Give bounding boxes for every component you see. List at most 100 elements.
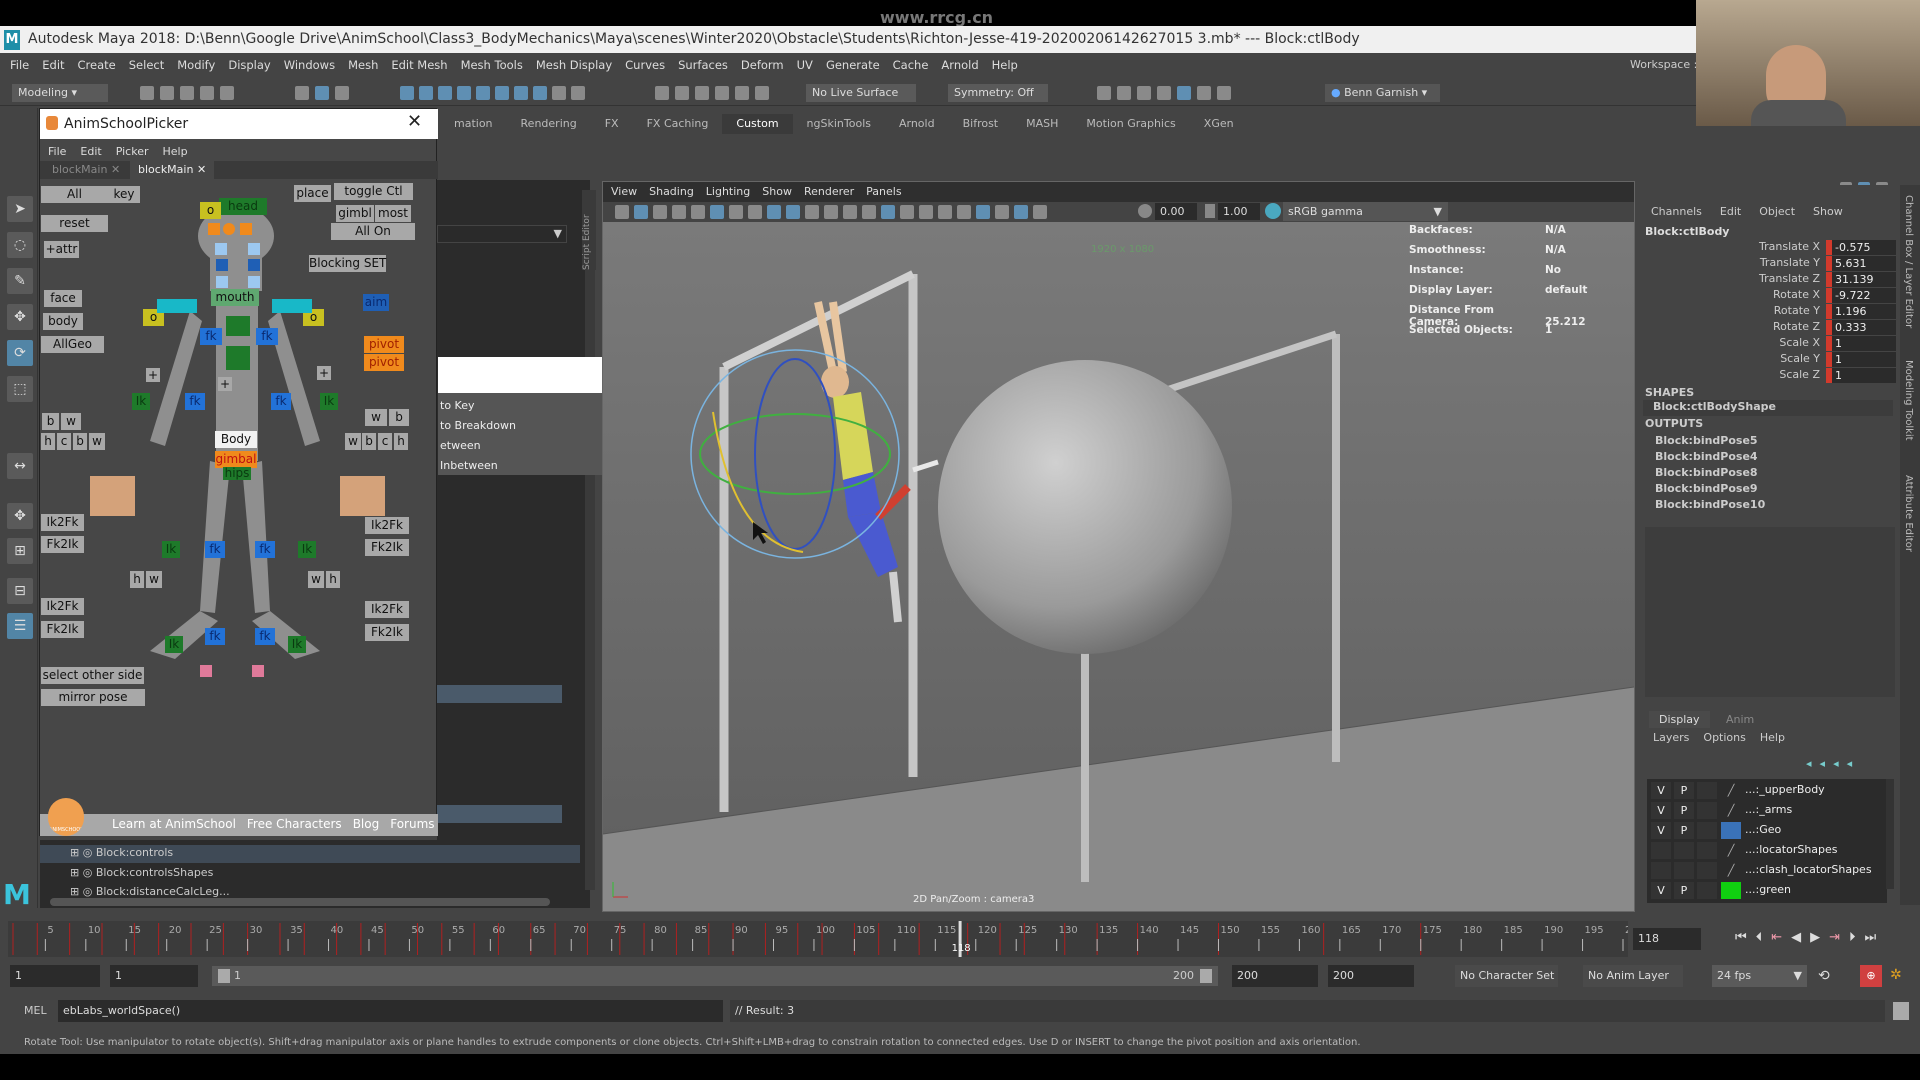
- snap-grid-icon[interactable]: [655, 86, 669, 100]
- picker-gimbl-button[interactable]: gimbl: [336, 205, 374, 222]
- color-management-toggle-icon[interactable]: [1265, 203, 1281, 219]
- menu-cache[interactable]: Cache: [893, 53, 929, 77]
- viewport-menu-shading[interactable]: Shading: [649, 185, 694, 198]
- output-node[interactable]: Block:bindPose8: [1655, 465, 1765, 481]
- channel-box-layer-editor-tab[interactable]: Channel Box / Layer Editor: [1903, 195, 1914, 328]
- menu-edit[interactable]: Edit: [42, 53, 64, 77]
- character-set-dropdown[interactable]: No Character Set: [1455, 965, 1558, 987]
- picker-pivot-button[interactable]: pivot: [364, 336, 404, 353]
- safe-title-icon[interactable]: [843, 205, 857, 219]
- channel-scale-x[interactable]: Scale X1: [1641, 336, 1898, 352]
- bookmark-icon[interactable]: [653, 205, 667, 219]
- picker-ik-control[interactable]: Ik: [320, 393, 338, 410]
- layer-display-type[interactable]: [1697, 782, 1717, 799]
- picker-face-button[interactable]: face: [44, 290, 82, 307]
- go-to-end-icon[interactable]: ⏭: [1865, 930, 1877, 945]
- viewport-menu-panels[interactable]: Panels: [866, 185, 901, 198]
- layer-scrollbar[interactable]: [1886, 779, 1894, 889]
- picker-c-button[interactable]: c: [57, 433, 71, 450]
- viewport-panel[interactable]: View Shading Lighting Show Renderer Panels 0.…: [602, 181, 1635, 912]
- resolution-gate-icon[interactable]: [767, 205, 781, 219]
- move-tool-icon[interactable]: ✥: [7, 304, 33, 330]
- outliner-layout-icon[interactable]: ☰: [7, 613, 33, 639]
- picker-b-button[interactable]: b: [42, 413, 59, 430]
- shelf-tab-motion-graphics[interactable]: Motion Graphics: [1072, 114, 1189, 134]
- options-menu[interactable]: Options: [1703, 731, 1745, 744]
- picker-c-button[interactable]: c: [378, 433, 392, 450]
- go-to-start-icon[interactable]: ⏮: [1735, 930, 1747, 945]
- layer-color-swatch[interactable]: ╱: [1721, 782, 1741, 799]
- select-hierarchy-icon[interactable]: [295, 86, 309, 100]
- mask-joints-icon[interactable]: [419, 86, 433, 100]
- snap-point-icon[interactable]: [695, 86, 709, 100]
- picker-chest-control[interactable]: [226, 316, 250, 336]
- viewport-menu-lighting[interactable]: Lighting: [706, 185, 750, 198]
- current-frame-field[interactable]: 118: [1633, 928, 1701, 950]
- render-setup-icon[interactable]: [1197, 86, 1211, 100]
- picker-fk-control[interactable]: fk: [255, 541, 275, 558]
- edit-menu[interactable]: Edit: [1720, 205, 1741, 218]
- gamma-icon[interactable]: [1205, 204, 1215, 218]
- step-back-icon[interactable]: ⏴: [1756, 930, 1763, 945]
- ipr-icon[interactable]: [1137, 86, 1151, 100]
- colorspace-dropdown[interactable]: sRGB gamma ▼: [1283, 202, 1448, 221]
- output-node[interactable]: Block:bindPose10: [1655, 497, 1765, 513]
- next-key-icon[interactable]: ⇥: [1829, 930, 1840, 945]
- picker-all-button[interactable]: All: [41, 186, 108, 203]
- mode-dropdown[interactable]: Modeling ▾: [12, 84, 108, 102]
- mask-deform-icon[interactable]: [476, 86, 490, 100]
- show-menu[interactable]: Show: [1813, 205, 1843, 218]
- picker-fk-control[interactable]: fk: [205, 541, 225, 558]
- picker-toe-control[interactable]: [252, 665, 264, 677]
- layer-visibility-toggle[interactable]: V: [1651, 782, 1671, 799]
- image-plane-icon[interactable]: [672, 205, 686, 219]
- forums-link[interactable]: Forums: [390, 817, 434, 831]
- picker-ik2fk-button[interactable]: Ik2Fk: [365, 517, 409, 534]
- snap-surface-icon[interactable]: [735, 86, 749, 100]
- picker-clavicle-right[interactable]: [272, 299, 312, 313]
- time-slider[interactable]: 5 10 15 20 25 30 35 40 45 50 55 60 65 70 75 80 85 90 95 100…: [8, 921, 1644, 957]
- smooth-shade-icon[interactable]: [881, 205, 895, 219]
- picker-body-control[interactable]: Body: [215, 431, 257, 448]
- layer-tab-display[interactable]: Display: [1649, 711, 1710, 728]
- picker-blocking-set-button[interactable]: Blocking SET: [309, 255, 386, 272]
- layer-visibility-toggle[interactable]: [1651, 862, 1671, 879]
- viewport-menu-view[interactable]: View: [611, 185, 637, 198]
- auto-key-icon[interactable]: ⊕: [1860, 965, 1882, 987]
- lock-icon[interactable]: [552, 86, 566, 100]
- menu-windows[interactable]: Windows: [284, 53, 335, 77]
- output-node[interactable]: Block:bindPose5: [1655, 433, 1765, 449]
- isolate-select-icon[interactable]: [976, 205, 990, 219]
- range-start-handle[interactable]: [218, 969, 230, 983]
- layer-row[interactable]: V P ╱ ...:_upperBody: [1649, 781, 1882, 800]
- picker-fk2ik-button[interactable]: Fk2Ik: [41, 536, 84, 553]
- picker-h-button[interactable]: h: [130, 571, 144, 588]
- channels-menu[interactable]: Channels: [1651, 205, 1702, 218]
- move-layer-down-icon[interactable]: ◂: [1820, 757, 1826, 770]
- viewport-menu-renderer[interactable]: Renderer: [804, 185, 854, 198]
- picker-aim-control[interactable]: aim: [363, 294, 389, 311]
- popup-item-to-breakdown[interactable]: to Breakdown: [440, 419, 516, 432]
- picker-fk2ik-button[interactable]: Fk2Ik: [365, 539, 409, 556]
- picker-pivot-button[interactable]: pivot: [364, 354, 404, 371]
- layer-playback-toggle[interactable]: P: [1674, 822, 1694, 839]
- single-perspective-layout-icon[interactable]: ✥: [7, 503, 33, 529]
- layer-color-swatch[interactable]: [1721, 882, 1741, 899]
- open-scene-icon[interactable]: [160, 86, 174, 100]
- fps-dropdown[interactable]: 24 fps ▼: [1712, 965, 1807, 987]
- picker-reset-button[interactable]: reset: [41, 215, 108, 232]
- new-scene-icon[interactable]: [140, 86, 154, 100]
- modeling-toolkit-tab[interactable]: Modeling Toolkit: [1903, 360, 1914, 441]
- lasso-tool-icon[interactable]: ◌: [7, 232, 33, 258]
- picker-w-button[interactable]: w: [308, 571, 324, 588]
- film-gate-icon[interactable]: [748, 205, 762, 219]
- shelf-tab-arnold[interactable]: Arnold: [885, 114, 949, 134]
- picker-fk-control[interactable]: fk: [256, 328, 278, 345]
- picker-ik2fk-button[interactable]: Ik2Fk: [41, 598, 84, 615]
- layer-visibility-toggle[interactable]: V: [1651, 822, 1671, 839]
- layer-row[interactable]: V P ╱ ...:_arms: [1649, 801, 1882, 820]
- picker-w-button[interactable]: w: [345, 433, 361, 450]
- viewport-menu-show[interactable]: Show: [762, 185, 792, 198]
- layer-color-swatch[interactable]: [1721, 822, 1741, 839]
- user-menu[interactable]: ● Benn Garnish ▾: [1325, 84, 1440, 102]
